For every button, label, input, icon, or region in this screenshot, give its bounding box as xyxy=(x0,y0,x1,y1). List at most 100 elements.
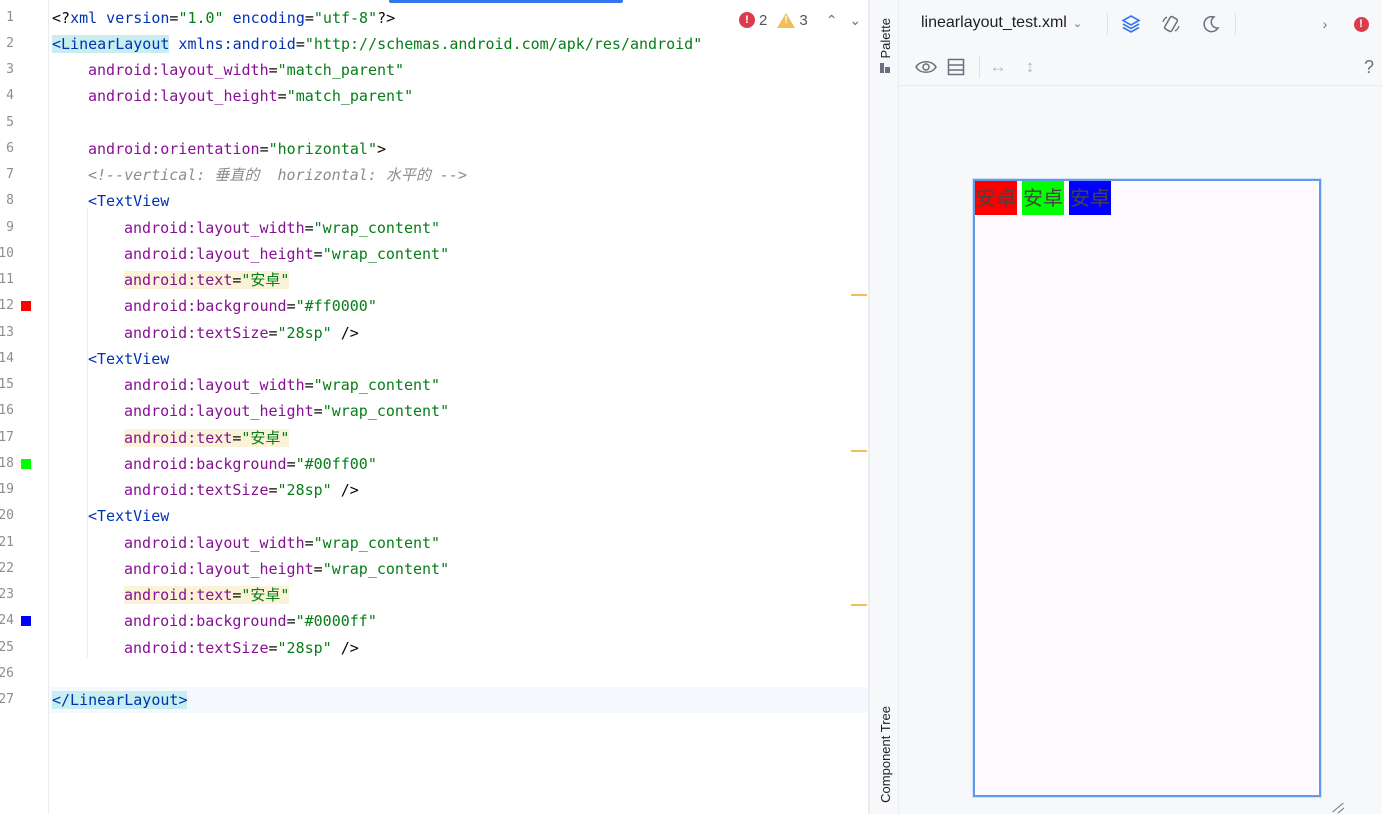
error-icon: ! xyxy=(739,12,755,28)
palette-icon xyxy=(879,62,891,74)
device-preview[interactable]: 安卓 安卓 安卓 xyxy=(973,179,1321,797)
palette-tab[interactable]: Palette xyxy=(870,18,900,74)
code-line: android:layout_width="match_parent" xyxy=(88,61,405,79)
toolbar-separator xyxy=(1235,13,1236,35)
code-line: android:textSize="28sp" /> xyxy=(124,324,359,342)
indent-guide xyxy=(87,208,88,658)
file-name: linearlayout_test.xml xyxy=(921,14,1067,31)
component-tree-tab-label: Component Tree xyxy=(877,706,893,803)
code-line: android:background="#00ff00" xyxy=(124,455,377,473)
blueprint-toggle-icon[interactable] xyxy=(945,56,967,78)
error-count: 2 xyxy=(759,11,768,29)
code-line: <LinearLayout xmlns:android="http://sche… xyxy=(52,35,703,53)
toolbar-separator xyxy=(979,56,980,78)
line-number: 8 xyxy=(6,193,14,208)
line-number: 26 xyxy=(0,666,14,681)
warning-icon: ! xyxy=(777,12,796,28)
color-swatch-blue[interactable] xyxy=(21,616,31,626)
line-number: 20 xyxy=(0,508,14,523)
previous-highlight-icon[interactable]: ⌃ xyxy=(826,12,838,29)
inspection-widget[interactable]: ! 2 ! 3 ⌃ ⌄ xyxy=(739,8,861,32)
line-number: 10 xyxy=(0,246,14,261)
warning-count: 3 xyxy=(799,11,808,29)
line-number: 3 xyxy=(6,62,14,77)
orientation-icon[interactable] xyxy=(1159,12,1183,36)
code-line: android:background="#ff0000" xyxy=(124,297,377,315)
line-number: 17 xyxy=(0,430,14,445)
error-status-icon[interactable]: ! xyxy=(1351,14,1371,34)
preview-textview-red[interactable]: 安卓 xyxy=(975,181,1017,215)
code-line: </LinearLayout> xyxy=(52,691,188,709)
code-line: <TextView xyxy=(88,350,170,368)
line-number: 14 xyxy=(0,351,14,366)
code-line: <TextView xyxy=(88,192,170,210)
design-header: linearlayout_test.xml ⌄ › ! xyxy=(899,0,1382,48)
code-line: android:layout_height="wrap_content" xyxy=(124,402,450,420)
chevron-down-icon: ⌄ xyxy=(1072,17,1083,30)
code-line: android:layout_height="match_parent" xyxy=(88,87,414,105)
code-line: android:layout_width="wrap_content" xyxy=(124,534,441,552)
warning-stripe-marker[interactable] xyxy=(851,604,867,606)
line-number: 24 xyxy=(0,613,14,628)
palette-tab-label: Palette xyxy=(877,18,893,59)
color-swatch-red[interactable] xyxy=(21,301,31,311)
line-number: 19 xyxy=(0,482,14,497)
toolbar-separator xyxy=(1107,13,1108,35)
code-line: android:text="安卓" xyxy=(124,586,290,604)
layout-design-panel: linearlayout_test.xml ⌄ › ! ↔ ↕ ? 安卓 安卓 … xyxy=(899,0,1382,814)
design-canvas[interactable]: 安卓 安卓 安卓 xyxy=(899,87,1382,814)
line-number: 27 xyxy=(0,692,14,707)
horizontal-resize-icon[interactable]: ↔ xyxy=(987,56,1009,78)
warning-stripe-marker[interactable] xyxy=(851,450,867,452)
line-number: 11 xyxy=(0,272,14,287)
line-number: 22 xyxy=(0,561,14,576)
line-number: 12 xyxy=(0,298,14,313)
chevron-right-icon[interactable]: › xyxy=(1315,14,1335,34)
editor-scroll-indicator xyxy=(389,0,623,3)
code-line: android:layout_width="wrap_content" xyxy=(124,376,441,394)
preview-textview-blue[interactable]: 安卓 xyxy=(1069,181,1111,215)
code-line: android:text="安卓" xyxy=(124,429,290,447)
code-line: android:text="安卓" xyxy=(124,271,290,289)
code-editor[interactable]: 1 2 3 4 5 6 7 8 9 10 11 12 13 14 15 16 1… xyxy=(0,0,869,814)
line-number-gutter: 1 2 3 4 5 6 7 8 9 10 11 12 13 14 15 16 1… xyxy=(0,0,49,814)
line-number: 7 xyxy=(6,167,14,182)
warning-stripe-marker[interactable] xyxy=(851,294,867,296)
eye-icon[interactable] xyxy=(913,56,939,78)
help-icon[interactable]: ? xyxy=(1359,56,1379,78)
line-number: 25 xyxy=(0,640,14,655)
color-swatch-green[interactable] xyxy=(21,459,31,469)
code-line: <?xml version="1.0" encoding="utf-8"?> xyxy=(52,9,396,27)
code-line: android:layout_height="wrap_content" xyxy=(124,560,450,578)
line-number: 5 xyxy=(6,115,14,130)
line-number: 16 xyxy=(0,403,14,418)
preview-textview-green[interactable]: 安卓 xyxy=(1022,181,1064,215)
line-number: 18 xyxy=(0,456,14,471)
line-number: 9 xyxy=(6,220,14,235)
code-line: android:layout_height="wrap_content" xyxy=(124,245,450,263)
code-line: android:textSize="28sp" /> xyxy=(124,639,359,657)
line-number: 1 xyxy=(6,10,14,25)
line-number: 13 xyxy=(0,325,14,340)
code-line: android:orientation="horizontal"> xyxy=(88,140,387,158)
tool-window-strip: Palette Component Tree xyxy=(869,0,899,814)
vertical-resize-icon[interactable]: ↕ xyxy=(1019,56,1041,78)
line-number: 4 xyxy=(6,88,14,103)
component-tree-tab[interactable]: Component Tree xyxy=(870,706,900,814)
code-line: <TextView xyxy=(88,507,170,525)
code-line: android:textSize="28sp" /> xyxy=(124,481,359,499)
design-toolbar: ↔ ↕ ? xyxy=(899,48,1382,86)
line-number: 23 xyxy=(0,587,14,602)
line-number: 2 xyxy=(6,36,14,51)
code-line: android:layout_width="wrap_content" xyxy=(124,219,441,237)
code-line: android:background="#0000ff" xyxy=(124,612,377,630)
line-number: 15 xyxy=(0,377,14,392)
resize-handle-icon[interactable] xyxy=(1329,801,1345,813)
file-selector[interactable]: linearlayout_test.xml ⌄ xyxy=(921,14,1082,32)
design-surface-icon[interactable] xyxy=(1119,12,1143,36)
next-highlight-icon[interactable]: ⌄ xyxy=(849,12,861,29)
line-number: 6 xyxy=(6,141,14,156)
code-line: <!--vertical: 垂直的 horizontal: 水平的 --> xyxy=(88,166,467,184)
night-mode-icon[interactable] xyxy=(1199,12,1223,36)
line-number: 21 xyxy=(0,535,14,550)
